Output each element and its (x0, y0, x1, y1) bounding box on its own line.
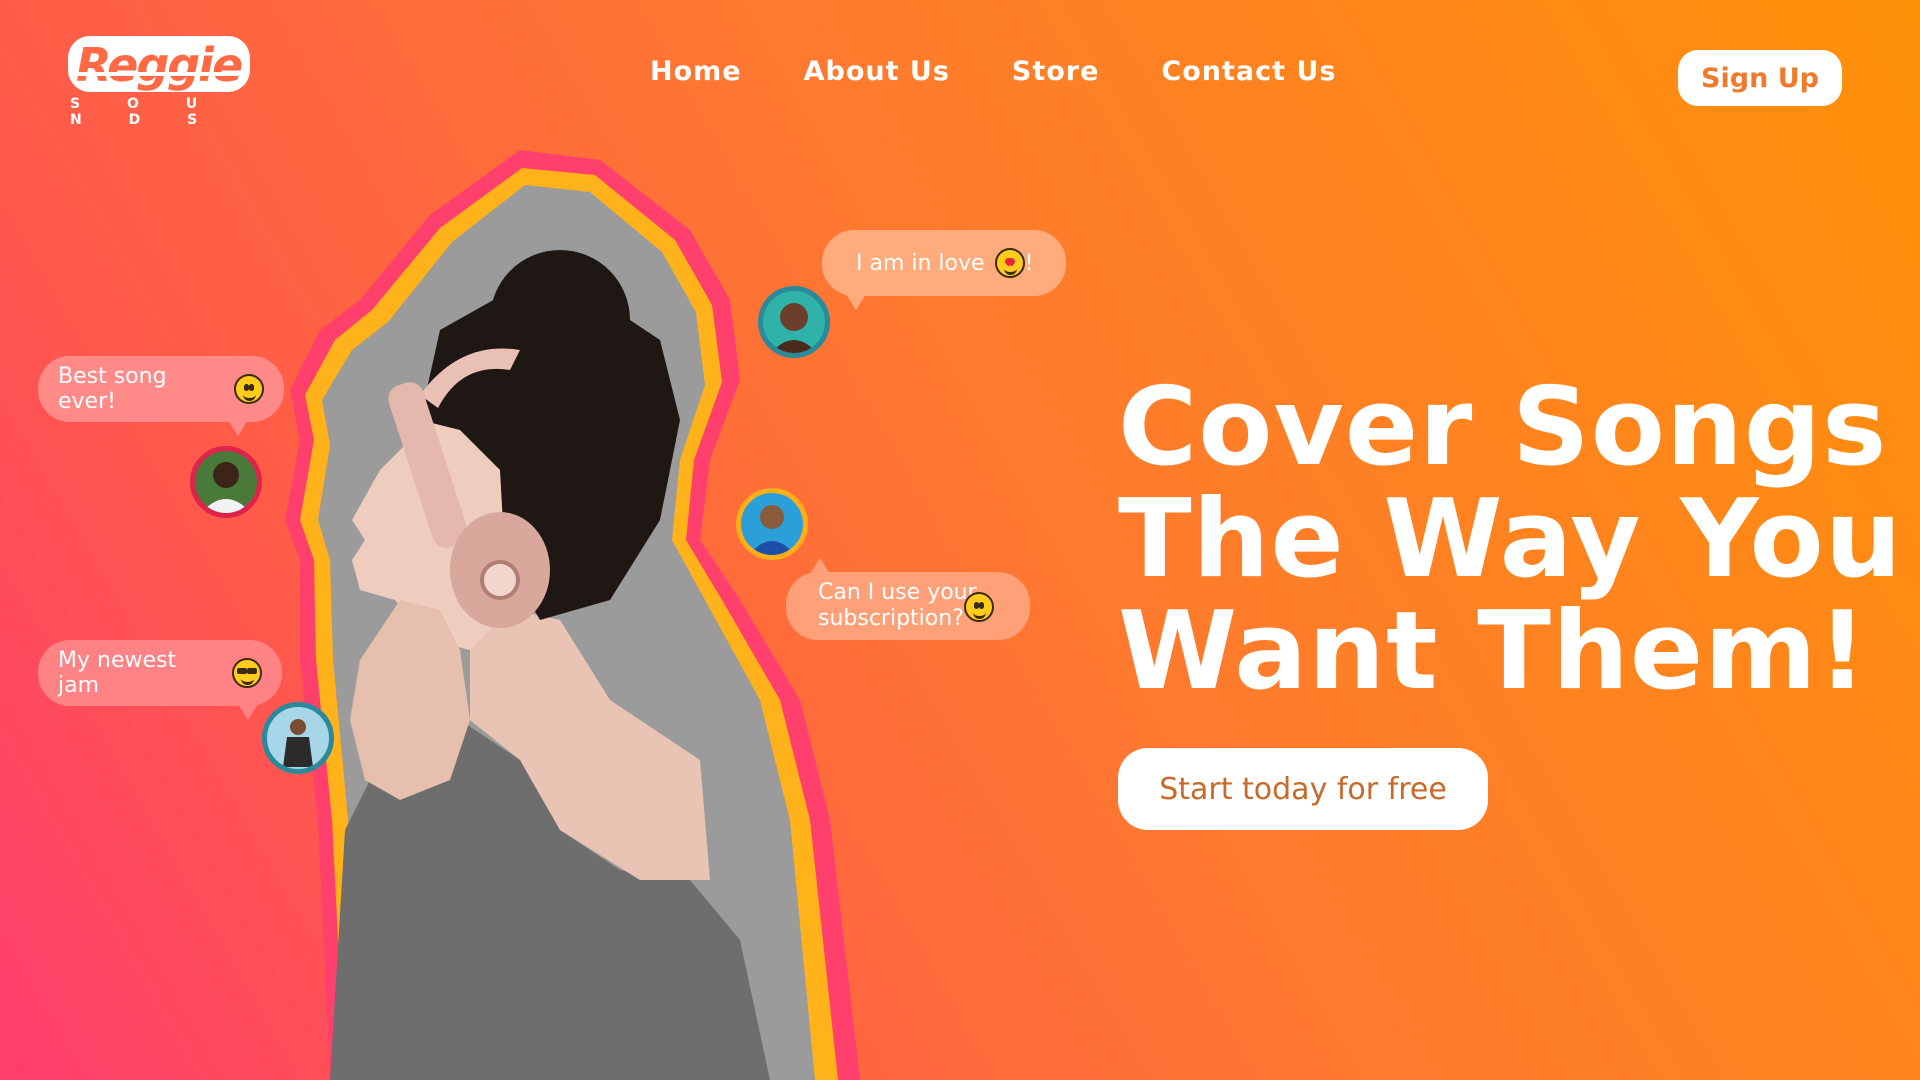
hero-hair-bun (490, 250, 630, 390)
avatar-woman-laughing[interactable] (758, 286, 830, 358)
nav-contact-us[interactable]: Contact Us (1161, 56, 1336, 87)
smirk-emoji-icon (964, 592, 994, 622)
avatar-man-jumping[interactable] (262, 702, 334, 774)
comment-text-line2: subscription? (818, 606, 964, 631)
comment-bubble-best-song: Best song ever! (38, 356, 284, 436)
comment-text: My newest jam (58, 648, 177, 698)
comment-text: Best song ever! (58, 364, 167, 414)
comment-suffix: ! (1024, 250, 1034, 276)
headline-line-3: Want Them! (1118, 589, 1868, 714)
sunglasses-emoji-icon (232, 658, 262, 688)
heart-eyes-emoji-icon (994, 248, 1025, 278)
hero-image (285, 150, 860, 1080)
hero-headphone-logo (480, 560, 520, 600)
comment-bubble-love: I am in love ! (822, 230, 1066, 310)
sign-up-button[interactable]: Sign Up (1678, 50, 1842, 106)
hero-headline: Cover Songs The Way You Want Them! (1118, 372, 1918, 708)
start-free-button[interactable]: Start today for free (1118, 748, 1488, 830)
comment-text: Can I use your (818, 580, 977, 605)
comment-bubble-newest-jam: My newest jam (38, 640, 282, 720)
headline-line-2: The Way You (1118, 477, 1903, 602)
comment-text: I am in love (856, 250, 985, 276)
grinning-emoji-icon (234, 374, 264, 404)
comment-bubble-subscription: Can I use your subscription? (786, 558, 1030, 640)
avatar-man-phone[interactable] (190, 446, 262, 518)
avatar-man-cheering[interactable] (736, 488, 808, 560)
headline-line-1: Cover Songs (1118, 365, 1888, 490)
